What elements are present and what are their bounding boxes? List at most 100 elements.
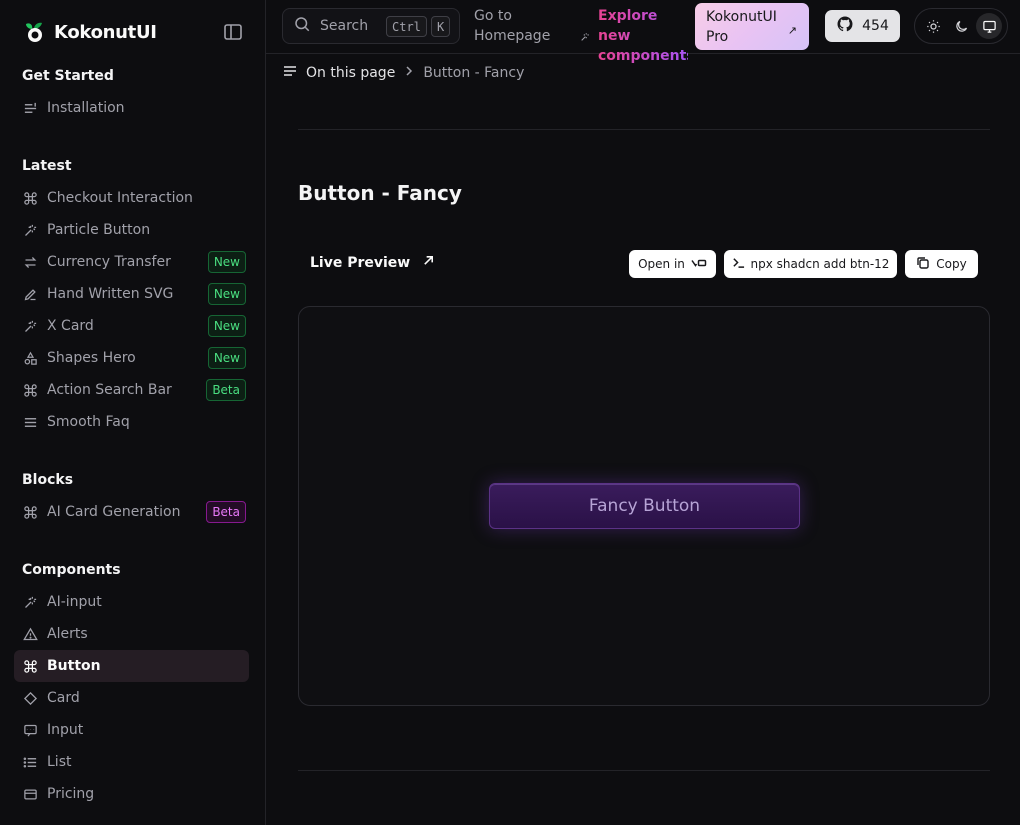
arrow-up-right-icon: ↗: [787, 24, 797, 37]
sidebar-item-label: Particle Button: [47, 222, 151, 238]
live-preview-link[interactable]: Live Preview: [310, 254, 435, 271]
github-icon: [836, 15, 854, 37]
breadcrumb-current: Button - Fancy: [423, 65, 525, 81]
transfer-icon: [22, 254, 38, 270]
brand[interactable]: KokonutUI: [22, 18, 157, 46]
sidebar-item-ai-input[interactable]: AI-input: [14, 586, 249, 618]
sidebar-item-currency-transfer[interactable]: Currency Transfer New: [14, 246, 249, 278]
sidebar-item-label: AI Card Generation: [47, 504, 181, 520]
sidebar-item-pricing[interactable]: Pricing: [14, 778, 249, 810]
command-icon: [22, 504, 38, 520]
list-icon: [22, 100, 38, 116]
copy-icon: [916, 256, 930, 273]
fancy-button[interactable]: Fancy Button: [489, 483, 800, 529]
v0-logo-icon: [691, 257, 707, 271]
sidebar-item-alerts[interactable]: Alerts: [14, 618, 249, 650]
sparkle-icon: [22, 222, 38, 238]
pen-icon: [22, 286, 38, 302]
sidebar-item-hand-written-svg[interactable]: Hand Written SVG New: [14, 278, 249, 310]
copy-install-command-button[interactable]: npx shadcn add btn-12: [724, 250, 897, 278]
new-badge: New: [207, 315, 246, 337]
sidebar-item-card[interactable]: Card: [14, 682, 249, 714]
new-badge: New: [207, 347, 246, 369]
sparkle-icon: [22, 318, 38, 334]
sidebar-item-x-card[interactable]: X Card New: [14, 310, 249, 342]
kbd-ctrl: Ctrl: [386, 16, 427, 37]
divider: [298, 129, 990, 130]
beta-badge: Beta: [206, 501, 246, 523]
github-stars-button[interactable]: 454: [825, 10, 900, 42]
pro-label: KokonutUI Pro: [706, 9, 777, 45]
sidebar-item-label: Card: [47, 690, 80, 706]
theme-switcher: [914, 8, 1008, 44]
divider: [298, 770, 990, 771]
command-icon: [22, 658, 38, 674]
monitor-icon[interactable]: [976, 13, 1002, 39]
sun-icon[interactable]: [920, 13, 946, 39]
open-in-label: Open in: [638, 257, 685, 271]
sidebar-item-label: Currency Transfer: [47, 254, 171, 270]
copy-label: Copy: [936, 257, 967, 271]
moon-icon[interactable]: [948, 13, 974, 39]
search-input[interactable]: Search Ctrl K: [282, 8, 460, 44]
sidebar-item-smooth-faq[interactable]: Smooth Faq: [14, 406, 249, 438]
menu-icon: [22, 414, 38, 430]
sidebar-item-ai-card-generation[interactable]: AI Card Generation Beta: [14, 496, 249, 528]
menu-icon: [282, 63, 298, 83]
beta-badge: Beta: [206, 379, 246, 401]
section-title-components: Components: [22, 562, 121, 578]
copy-button[interactable]: Copy: [905, 250, 978, 278]
section-title-latest: Latest: [22, 158, 72, 174]
sidebar-item-list[interactable]: List: [14, 746, 249, 778]
search-icon: [293, 15, 311, 37]
sidebar-item-label: Action Search Bar: [47, 382, 172, 398]
sparkle-icon: [580, 27, 590, 46]
sidebar-item-label: Button: [47, 658, 101, 674]
sparkle-icon: [22, 594, 38, 610]
sidebar-item-label: AI-input: [47, 594, 102, 610]
sidebar-item-label: Checkout Interaction: [47, 190, 193, 206]
sidebar-nav: Get Started Installation Latest Checkout…: [0, 60, 265, 810]
kokonutui-pro-button[interactable]: KokonutUI Pro ↗: [695, 3, 809, 50]
page-title: Button - Fancy: [298, 181, 462, 205]
card-icon: [22, 786, 38, 802]
sidebar-toggle-icon[interactable]: [222, 21, 244, 43]
sidebar-item-checkout-interaction[interactable]: Checkout Interaction: [14, 182, 249, 214]
go-to-homepage-link[interactable]: Go to Homepage: [474, 6, 564, 46]
shapes-icon: [22, 350, 38, 366]
new-badge: New: [207, 283, 246, 305]
breadcrumb-on-this-page[interactable]: On this page: [306, 65, 395, 81]
section-title-get-started: Get Started: [22, 68, 114, 84]
search-placeholder: Search: [320, 18, 369, 34]
sidebar-item-label: Hand Written SVG: [47, 286, 174, 302]
coconut-logo-icon: [22, 20, 46, 44]
brand-name: KokonutUI: [54, 21, 157, 43]
sidebar-item-installation[interactable]: Installation: [14, 92, 249, 124]
terminal-icon: [732, 256, 745, 272]
explore-text: Explore new components: [598, 8, 695, 64]
command-icon: [22, 190, 38, 206]
sidebar: KokonutUI Get Started Installation Lates…: [0, 0, 266, 825]
sidebar-item-label: Input: [47, 722, 84, 738]
sidebar-item-label: List: [47, 754, 72, 770]
kbd-k: K: [431, 16, 451, 37]
sidebar-item-shapes-hero[interactable]: Shapes Hero New: [14, 342, 249, 374]
new-badge: New: [207, 251, 246, 273]
chevron-right-icon: [403, 65, 415, 81]
command-icon: [22, 382, 38, 398]
live-preview-label: Live Preview: [310, 254, 411, 271]
explore-components-link[interactable]: Explore new components: [580, 6, 695, 66]
github-star-count: 454: [862, 18, 889, 34]
sidebar-item-input[interactable]: Input: [14, 714, 249, 746]
arrow-up-right-icon: [422, 254, 435, 271]
diamond-icon: [22, 690, 38, 706]
sidebar-item-label: Shapes Hero: [47, 350, 136, 366]
sidebar-item-action-search-bar[interactable]: Action Search Bar Beta: [14, 374, 249, 406]
top-bar: Search Ctrl K Go to Homepage Explore new…: [266, 0, 1020, 64]
sidebar-item-button[interactable]: Button: [14, 650, 249, 682]
app-window: KokonutUI Get Started Installation Lates…: [0, 0, 1020, 825]
open-in-v0-button[interactable]: Open in: [629, 250, 716, 278]
sidebar-item-label: X Card: [47, 318, 94, 334]
sidebar-item-particle-button[interactable]: Particle Button: [14, 214, 249, 246]
breadcrumb: On this page Button - Fancy: [282, 62, 524, 84]
